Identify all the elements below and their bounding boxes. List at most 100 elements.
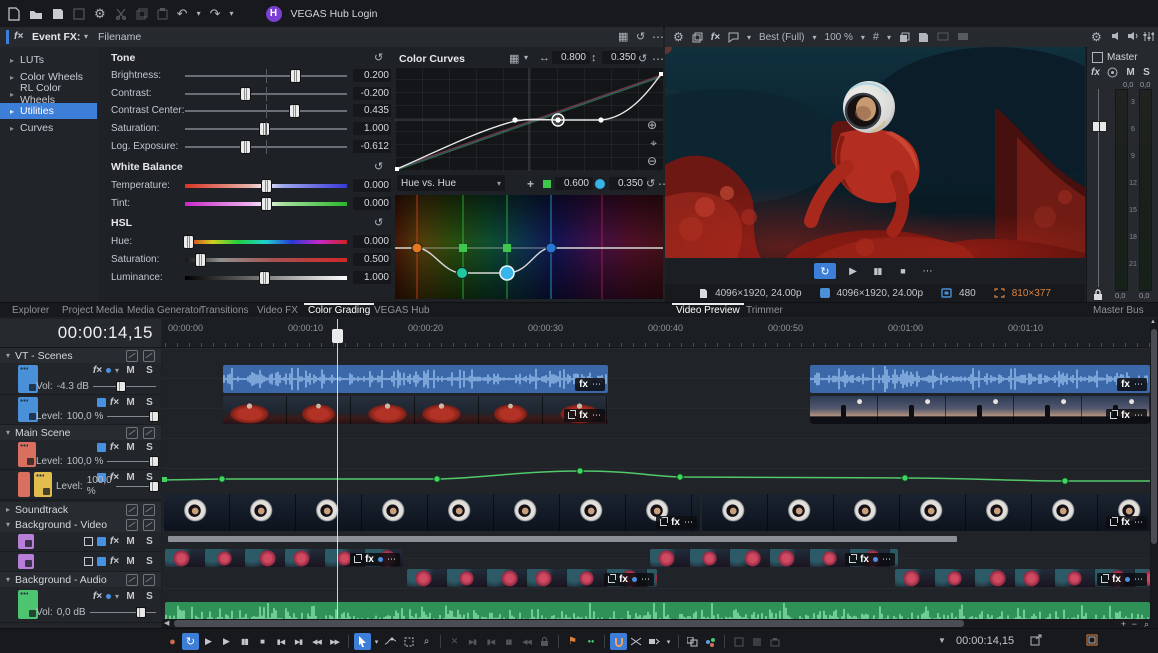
tone-reset-icon[interactable]: ↺	[374, 51, 383, 64]
grid-dropdown-icon[interactable]: ▾	[887, 33, 891, 42]
crop-icon[interactable]	[568, 412, 575, 419]
preview-stop-button[interactable]: ■	[894, 263, 911, 280]
mute-button[interactable]: M	[123, 590, 138, 603]
log-exposure-slider[interactable]	[185, 140, 347, 154]
clip-crop-fx-badge[interactable]: fx⋯	[564, 409, 605, 422]
curves-reset-icon[interactable]: ↺	[638, 52, 647, 65]
slip-button[interactable]: ◀◀	[518, 633, 535, 650]
master-mute-button[interactable]: M	[1123, 66, 1138, 79]
master-fader-track[interactable]	[1098, 89, 1099, 287]
dropdown-icon[interactable]: ▾	[115, 366, 119, 375]
track-header-main-v2[interactable]: f×MS Level:100,0 %	[0, 470, 161, 500]
hscroll-thumb[interactable]	[174, 620, 964, 627]
curve-editor[interactable]: ⊕ ⌖ ⊖	[395, 68, 663, 171]
compositing-icon[interactable]	[97, 443, 106, 452]
auto-crossfade-button[interactable]	[628, 633, 645, 650]
render-icon[interactable]	[73, 8, 85, 20]
compositing-icon[interactable]	[97, 537, 106, 546]
tab-video-fx[interactable]: Video FX	[251, 303, 304, 318]
wb-reset-icon[interactable]: ↺	[374, 160, 383, 173]
curves-grid-dropdown-icon[interactable]: ▾	[524, 53, 528, 62]
saturation-slider[interactable]	[185, 122, 347, 136]
loop-playback-button[interactable]: ↻	[814, 263, 836, 279]
group-fx-bypass-icon[interactable]	[143, 574, 155, 586]
group-header-soundtrack[interactable]: ▸Soundtrack	[0, 502, 161, 517]
clip-crop-fx-badge[interactable]: fx⋯	[1106, 516, 1147, 529]
luminance-value[interactable]: 1.000	[353, 271, 393, 284]
hue-value[interactable]: 0.000	[353, 235, 393, 248]
track-header-vt-audio[interactable]: f×▾MS Vol:-4.3 dB	[0, 363, 161, 395]
group-fx-bypass-icon[interactable]	[143, 519, 155, 531]
external-edit-icon[interactable]	[1030, 634, 1042, 646]
log-exposure-value[interactable]: -0.612	[353, 140, 393, 153]
group-fx-mute-icon[interactable]	[126, 504, 138, 516]
event-tool-3-button[interactable]	[766, 633, 783, 650]
contrast-value[interactable]: -0.200	[353, 87, 393, 100]
track-fx-icon[interactable]: f×	[110, 442, 119, 453]
temperature-slider[interactable]	[185, 179, 347, 193]
mixer-gear-icon[interactable]: ⚙	[1091, 30, 1102, 44]
video-clip[interactable]: fx⋯	[810, 396, 1150, 424]
mixer-link-button[interactable]	[702, 633, 719, 650]
compositing-icon[interactable]	[97, 398, 106, 407]
group-header-main-scene[interactable]: ▾Main Scene	[0, 425, 161, 440]
curve-fit-icon[interactable]: ⌖	[650, 136, 657, 151]
point-y-value[interactable]: 0.350	[609, 177, 647, 190]
pause-button[interactable]: ▮▮	[236, 633, 253, 650]
preview-pause-button[interactable]: ▮▮	[869, 263, 886, 280]
split-button[interactable]: ▮▮	[500, 633, 517, 650]
track-header-bg-video-2[interactable]: f×MS	[0, 552, 161, 572]
crop-icon[interactable]	[354, 556, 361, 563]
marker-flag-button[interactable]: ⚑	[564, 633, 581, 650]
zoom-dropdown-icon[interactable]: ▾	[861, 33, 865, 42]
clip-crop-fx-badge[interactable]: fx⋯	[656, 516, 697, 529]
group-fx-mute-icon[interactable]	[126, 519, 138, 531]
solo-button[interactable]: S	[142, 396, 157, 409]
h-range-value[interactable]: 0.800	[552, 51, 590, 64]
main-video-clip[interactable]: fx⋯	[164, 494, 700, 531]
new-project-icon[interactable]	[8, 7, 20, 21]
selection-tool-button[interactable]	[400, 633, 417, 650]
clip-fx-badge[interactable]: fx⋯	[1117, 378, 1147, 391]
crop-icon[interactable]	[1110, 412, 1117, 419]
play-from-start-button[interactable]: ▶	[200, 633, 217, 650]
save-icon[interactable]	[52, 8, 64, 20]
expand-icon[interactable]: ▸	[6, 505, 10, 514]
crop-icon[interactable]	[1110, 519, 1117, 526]
tab-color-grading[interactable]: Color Grading	[302, 303, 376, 318]
go-to-end-button[interactable]: ▶▮	[290, 633, 307, 650]
event-tool-2-button[interactable]	[748, 633, 765, 650]
tab-vegas-hub[interactable]: VEGAS Hub	[368, 303, 436, 318]
copy-snapshot-icon[interactable]	[899, 32, 910, 43]
contrast-slider[interactable]	[185, 87, 347, 101]
preview-play-button[interactable]: ▶	[844, 263, 861, 280]
timeline-lanes[interactable]: fx⋯ fx⋯ fx⋯ fx⋯	[162, 348, 1150, 623]
playhead-line[interactable]	[337, 319, 338, 628]
tab-explorer[interactable]: Explorer	[6, 303, 55, 318]
master-fx-button[interactable]: fx	[1091, 67, 1100, 78]
track-fx-icon[interactable]: f×	[93, 591, 102, 602]
save-snapshot-icon[interactable]	[918, 32, 929, 43]
mute-button[interactable]: M	[123, 396, 138, 409]
contrast-center-slider[interactable]	[185, 104, 347, 118]
collapse-icon[interactable]: ▾	[6, 575, 10, 584]
playhead-marker[interactable]	[332, 329, 343, 343]
hsl-reset-icon[interactable]: ↺	[374, 216, 383, 229]
reset-chain-icon[interactable]: ↺	[636, 30, 645, 43]
tab-master-bus[interactable]: Master Bus	[1087, 303, 1150, 318]
redo-dropdown-icon[interactable]: ▾	[229, 9, 233, 18]
lock-button[interactable]	[536, 633, 553, 650]
dropdown-icon[interactable]: ▾	[115, 592, 119, 601]
mute-button[interactable]: M	[123, 441, 138, 454]
timeline-ruler[interactable]: 00:00:0000:00:1000:00:2000:00:3000:00:40…	[162, 319, 1150, 348]
zoom-tool-button[interactable]: ⌕	[418, 633, 435, 650]
track-fx-icon[interactable]: f×	[110, 536, 119, 547]
detach-timeline-icon[interactable]	[1086, 634, 1098, 646]
undo-dropdown-icon[interactable]: ▾	[197, 9, 201, 18]
hue-curve-reset-icon[interactable]: ↺	[646, 177, 655, 190]
timecode-display-box[interactable]: 00:00:14,15	[0, 319, 161, 348]
record-button[interactable]: ●	[164, 633, 181, 650]
video-clip[interactable]: fx⋯	[223, 396, 608, 424]
track-header-main-v1[interactable]: f×MS Level:100,0 %	[0, 440, 161, 470]
solo-button[interactable]: S	[142, 535, 157, 548]
